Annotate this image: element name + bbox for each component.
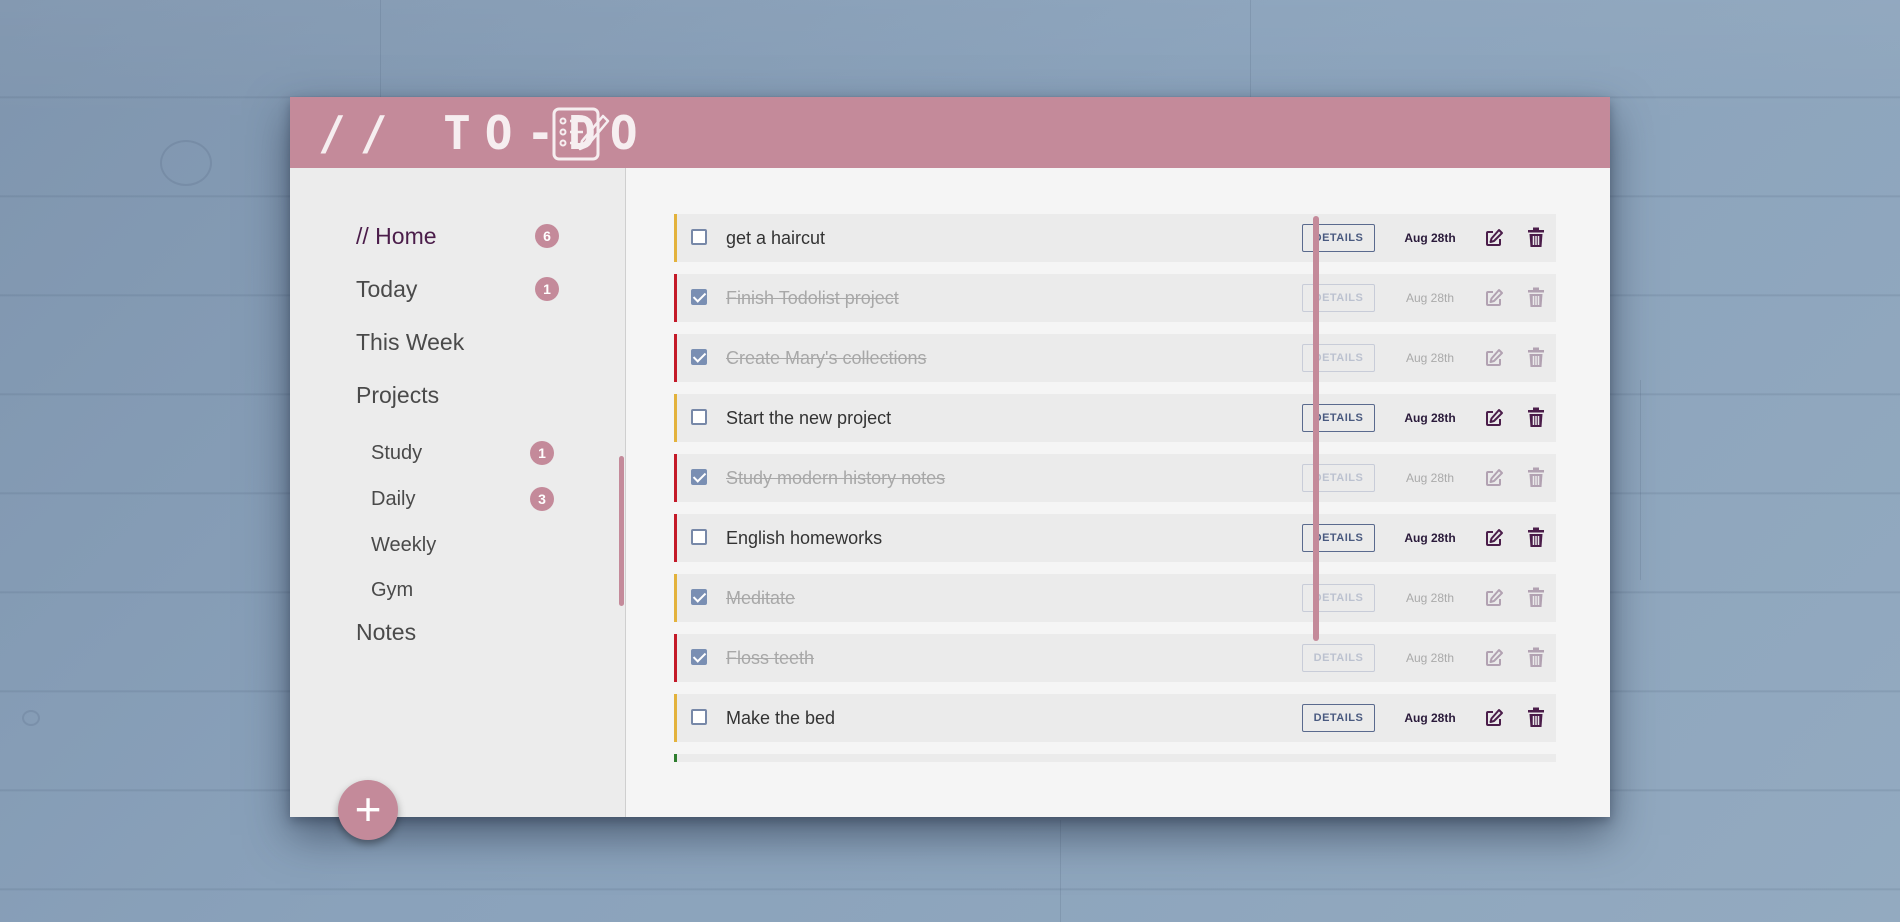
task-checkbox[interactable] xyxy=(691,409,707,425)
home-count-badge: 6 xyxy=(535,224,559,248)
task-row[interactable]: get a haircut DETAILS Aug 28th xyxy=(674,214,1556,262)
task-title: Finish Todolist project xyxy=(726,288,899,308)
task-row[interactable]: Make the bed DETAILS Aug 28th xyxy=(674,694,1556,742)
trash-icon[interactable] xyxy=(1527,407,1545,428)
daily-count-badge: 3 xyxy=(530,487,554,511)
task-date: Aug 28th xyxy=(1405,591,1455,605)
project-study[interactable]: Study xyxy=(371,435,422,471)
task-row[interactable]: Meditate DETAILS Aug 28th xyxy=(674,574,1556,622)
task-row[interactable]: English homeworks DETAILS Aug 28th xyxy=(674,514,1556,562)
task-date: Aug 28th xyxy=(1405,351,1455,365)
task-date: Aug 28th xyxy=(1405,471,1455,485)
task-list-scrollbar[interactable] xyxy=(1313,216,1319,641)
task-panel: get a haircut DETAILS Aug 28th Finish Todol… xyxy=(626,168,1610,817)
trash-icon[interactable] xyxy=(1527,287,1545,308)
nav-today-label: Today xyxy=(356,276,418,302)
edit-icon[interactable] xyxy=(1484,588,1504,608)
trash-icon[interactable] xyxy=(1527,467,1545,488)
trash-icon[interactable] xyxy=(1527,707,1545,728)
task-date: Aug 28th xyxy=(1404,531,1456,545)
task-row[interactable]: Study modern history notes DETAILS Aug 28t… xyxy=(674,454,1556,502)
task-title: Create Mary's collections xyxy=(726,348,927,368)
task-checkbox[interactable] xyxy=(691,469,707,485)
app-header: // TO-DO xyxy=(290,97,1610,168)
task-checkbox[interactable] xyxy=(691,709,707,725)
background-knot xyxy=(22,710,40,726)
edit-icon[interactable] xyxy=(1484,648,1504,668)
task-date: Aug 28th xyxy=(1404,411,1456,425)
project-weekly[interactable]: Weekly xyxy=(371,527,436,563)
task-checkbox[interactable] xyxy=(691,349,707,365)
project-daily-label: Daily xyxy=(371,488,416,510)
trash-icon[interactable] xyxy=(1527,227,1545,248)
project-gym-label: Gym xyxy=(371,579,414,601)
edit-icon[interactable] xyxy=(1484,348,1504,368)
today-count-badge: 1 xyxy=(535,277,559,301)
trash-icon[interactable] xyxy=(1527,647,1545,668)
edit-icon[interactable] xyxy=(1484,708,1504,728)
details-button[interactable]: DETAILS xyxy=(1302,704,1375,732)
task-row[interactable]: Finish Todolist project DETAILS Aug 28th xyxy=(674,274,1556,322)
background-seam xyxy=(1640,380,1641,580)
task-date: Aug 28th xyxy=(1405,291,1455,305)
trash-icon[interactable] xyxy=(1527,587,1545,608)
edit-icon[interactable] xyxy=(1484,528,1504,548)
task-date xyxy=(1395,754,1465,762)
task-title: get a haircut xyxy=(726,228,826,248)
notepad-icon xyxy=(552,107,610,161)
nav-today[interactable]: Today xyxy=(356,271,417,307)
task-title: Start the new project xyxy=(726,408,892,428)
nav-home[interactable]: // Home xyxy=(356,218,437,254)
study-count-badge: 1 xyxy=(530,441,554,465)
task-row[interactable]: Create Mary's collections DETAILS Aug 28th xyxy=(674,334,1556,382)
nav-this-week-label: This Week xyxy=(356,329,465,355)
nav-this-week[interactable]: This Week xyxy=(356,324,464,360)
task-list: get a haircut DETAILS Aug 28th Finish Todol… xyxy=(674,214,1556,762)
task-title: Meditate xyxy=(726,588,796,608)
nav-projects-label: Projects xyxy=(356,382,440,408)
task-checkbox[interactable] xyxy=(691,529,707,545)
edit-icon[interactable] xyxy=(1484,408,1504,428)
task-title: Study modern history notes xyxy=(726,468,946,488)
edit-icon[interactable] xyxy=(1484,288,1504,308)
task-row[interactable] xyxy=(674,754,1556,762)
nav-notes-label: Notes xyxy=(356,619,417,645)
project-gym[interactable]: Gym xyxy=(371,572,413,608)
edit-icon[interactable] xyxy=(1484,228,1504,248)
nav-home-label: // Home xyxy=(356,223,437,249)
project-daily[interactable]: Daily xyxy=(371,481,415,517)
nav-projects[interactable]: Projects xyxy=(356,377,439,413)
task-title: Make the bed xyxy=(726,708,836,728)
task-checkbox[interactable] xyxy=(691,229,707,245)
task-row[interactable]: Floss teeth DETAILS Aug 28th xyxy=(674,634,1556,682)
nav-notes[interactable]: Notes xyxy=(356,614,416,650)
background-knot xyxy=(160,140,212,186)
task-title: English homeworks xyxy=(726,528,883,548)
plus-icon: + xyxy=(354,783,382,835)
edit-icon[interactable] xyxy=(1484,468,1504,488)
todo-app-window: // TO-DO // Home 6 Today 1 This Week Pro… xyxy=(290,97,1610,840)
add-task-button[interactable]: + xyxy=(338,780,398,840)
task-date: Aug 28th xyxy=(1404,711,1456,725)
project-weekly-label: Weekly xyxy=(371,534,437,556)
sidebar-scrollbar[interactable] xyxy=(619,456,624,606)
background-seam xyxy=(380,0,381,110)
trash-icon[interactable] xyxy=(1527,527,1545,548)
background-seam xyxy=(1250,0,1251,110)
task-row[interactable]: Start the new project DETAILS Aug 28th xyxy=(674,394,1556,442)
background-seam xyxy=(1060,820,1061,922)
task-checkbox[interactable] xyxy=(691,589,707,605)
task-date: Aug 28th xyxy=(1404,231,1456,245)
trash-icon[interactable] xyxy=(1527,347,1545,368)
task-title: Floss teeth xyxy=(726,648,815,668)
task-checkbox[interactable] xyxy=(691,649,707,665)
project-study-label: Study xyxy=(371,442,423,464)
details-button[interactable]: DETAILS xyxy=(1302,644,1375,672)
task-checkbox[interactable] xyxy=(691,289,707,305)
sidebar: // Home 6 Today 1 This Week Projects Stu… xyxy=(290,168,626,840)
task-date: Aug 28th xyxy=(1405,651,1455,665)
